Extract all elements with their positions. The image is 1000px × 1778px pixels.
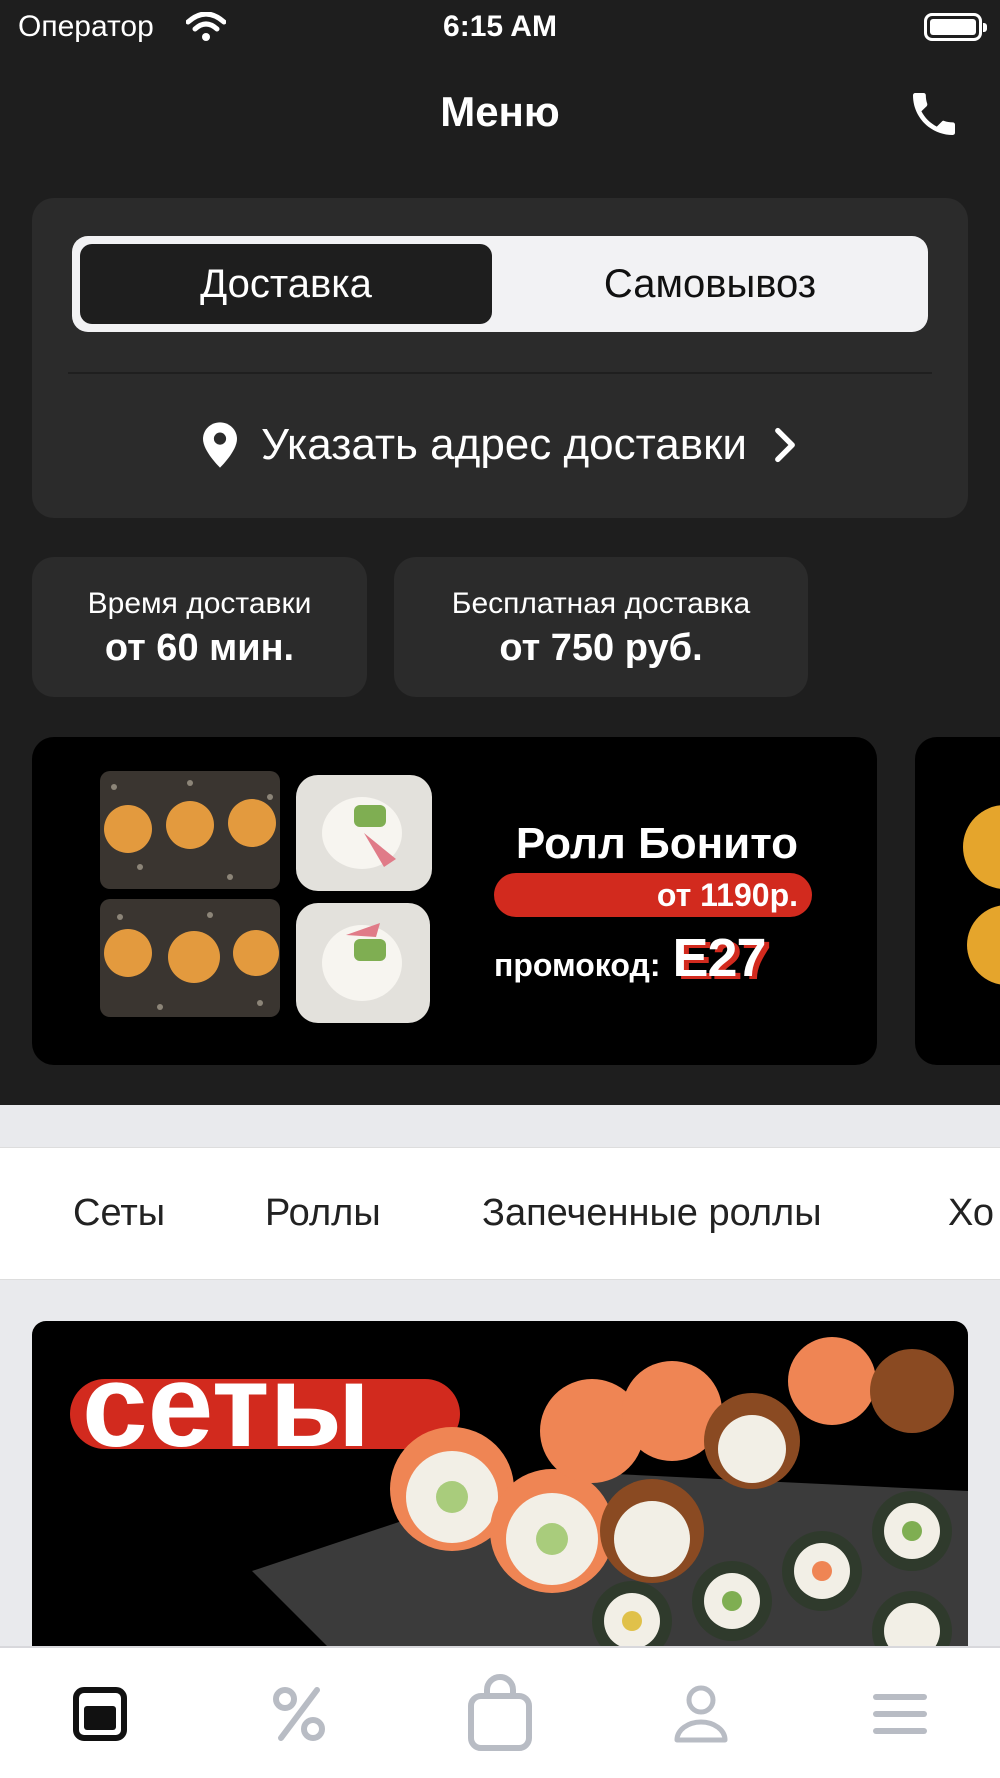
delivery-mode-toggle: Доставка Самовывоз: [72, 236, 928, 332]
promo-price: от 1190р.: [494, 873, 812, 917]
bottom-tab-bar: [0, 1646, 1000, 1778]
delivery-time-chip: Время доставки от 60 мин.: [32, 557, 367, 697]
promo-code: E27: [672, 928, 766, 988]
delivery-options-card: Доставка Самовывоз Указать адрес доставк…: [32, 198, 968, 518]
percent-icon: [273, 1687, 325, 1741]
sushi-sets-image: сеты: [70, 1337, 968, 1651]
address-label: Указать адрес доставки: [261, 420, 747, 469]
category-tab-baked-rolls[interactable]: Запеченные роллы: [482, 1192, 822, 1235]
delivery-tab[interactable]: Доставка: [80, 244, 492, 324]
promo-banner-next[interactable]: [915, 737, 1000, 1065]
section-title: сеты: [82, 1340, 370, 1472]
navigation-bar: Меню: [0, 70, 1000, 155]
clock: 6:15 AM: [443, 10, 557, 43]
battery-icon: [924, 13, 987, 41]
pickup-tab[interactable]: Самовывоз: [500, 244, 920, 324]
category-tabs: Сеты Роллы Запеченные роллы Хо: [0, 1147, 1000, 1280]
category-tab-next[interactable]: Хо: [948, 1192, 994, 1235]
category-tab-rolls[interactable]: Роллы: [265, 1192, 381, 1235]
free-delivery-label: Бесплатная доставка: [451, 587, 751, 620]
tab-cart[interactable]: [460, 1674, 540, 1754]
location-pin-icon: [203, 422, 238, 468]
roll-set-image: [100, 771, 432, 1023]
promo-code-line: промокод: E27: [494, 927, 824, 989]
divider: [68, 372, 932, 374]
roll-image: [963, 805, 1000, 985]
address-button[interactable]: Указать адрес доставки: [32, 410, 968, 480]
phone-icon[interactable]: [906, 86, 962, 142]
status-bar: Оператор 6:15 AM: [0, 0, 1000, 60]
category-tab-sets[interactable]: Сеты: [73, 1192, 165, 1235]
page-title: Меню: [440, 88, 560, 135]
tab-promotions[interactable]: [259, 1674, 339, 1754]
hamburger-icon: [873, 1694, 927, 1734]
bag-icon: [468, 1674, 532, 1751]
chevron-right-icon: [775, 427, 795, 463]
profile-icon: [674, 1685, 728, 1743]
promo-title: Ролл Бонито: [515, 819, 799, 868]
sets-section-banner: сеты: [32, 1321, 968, 1651]
delivery-time-label: Время доставки: [87, 587, 312, 620]
promo-banner[interactable]: Ролл Бонито от 1190р. промокод: E27: [32, 737, 877, 1065]
tab-more[interactable]: [860, 1674, 940, 1754]
tab-menu[interactable]: [60, 1674, 140, 1754]
free-delivery-chip: Бесплатная доставка от 750 руб.: [394, 557, 808, 697]
promo-code-label: промокод:: [494, 947, 661, 983]
tab-profile[interactable]: [661, 1674, 741, 1754]
free-delivery-value: от 750 руб.: [499, 627, 703, 669]
delivery-time-value: от 60 мин.: [104, 627, 295, 669]
menu-icon: [73, 1687, 127, 1741]
